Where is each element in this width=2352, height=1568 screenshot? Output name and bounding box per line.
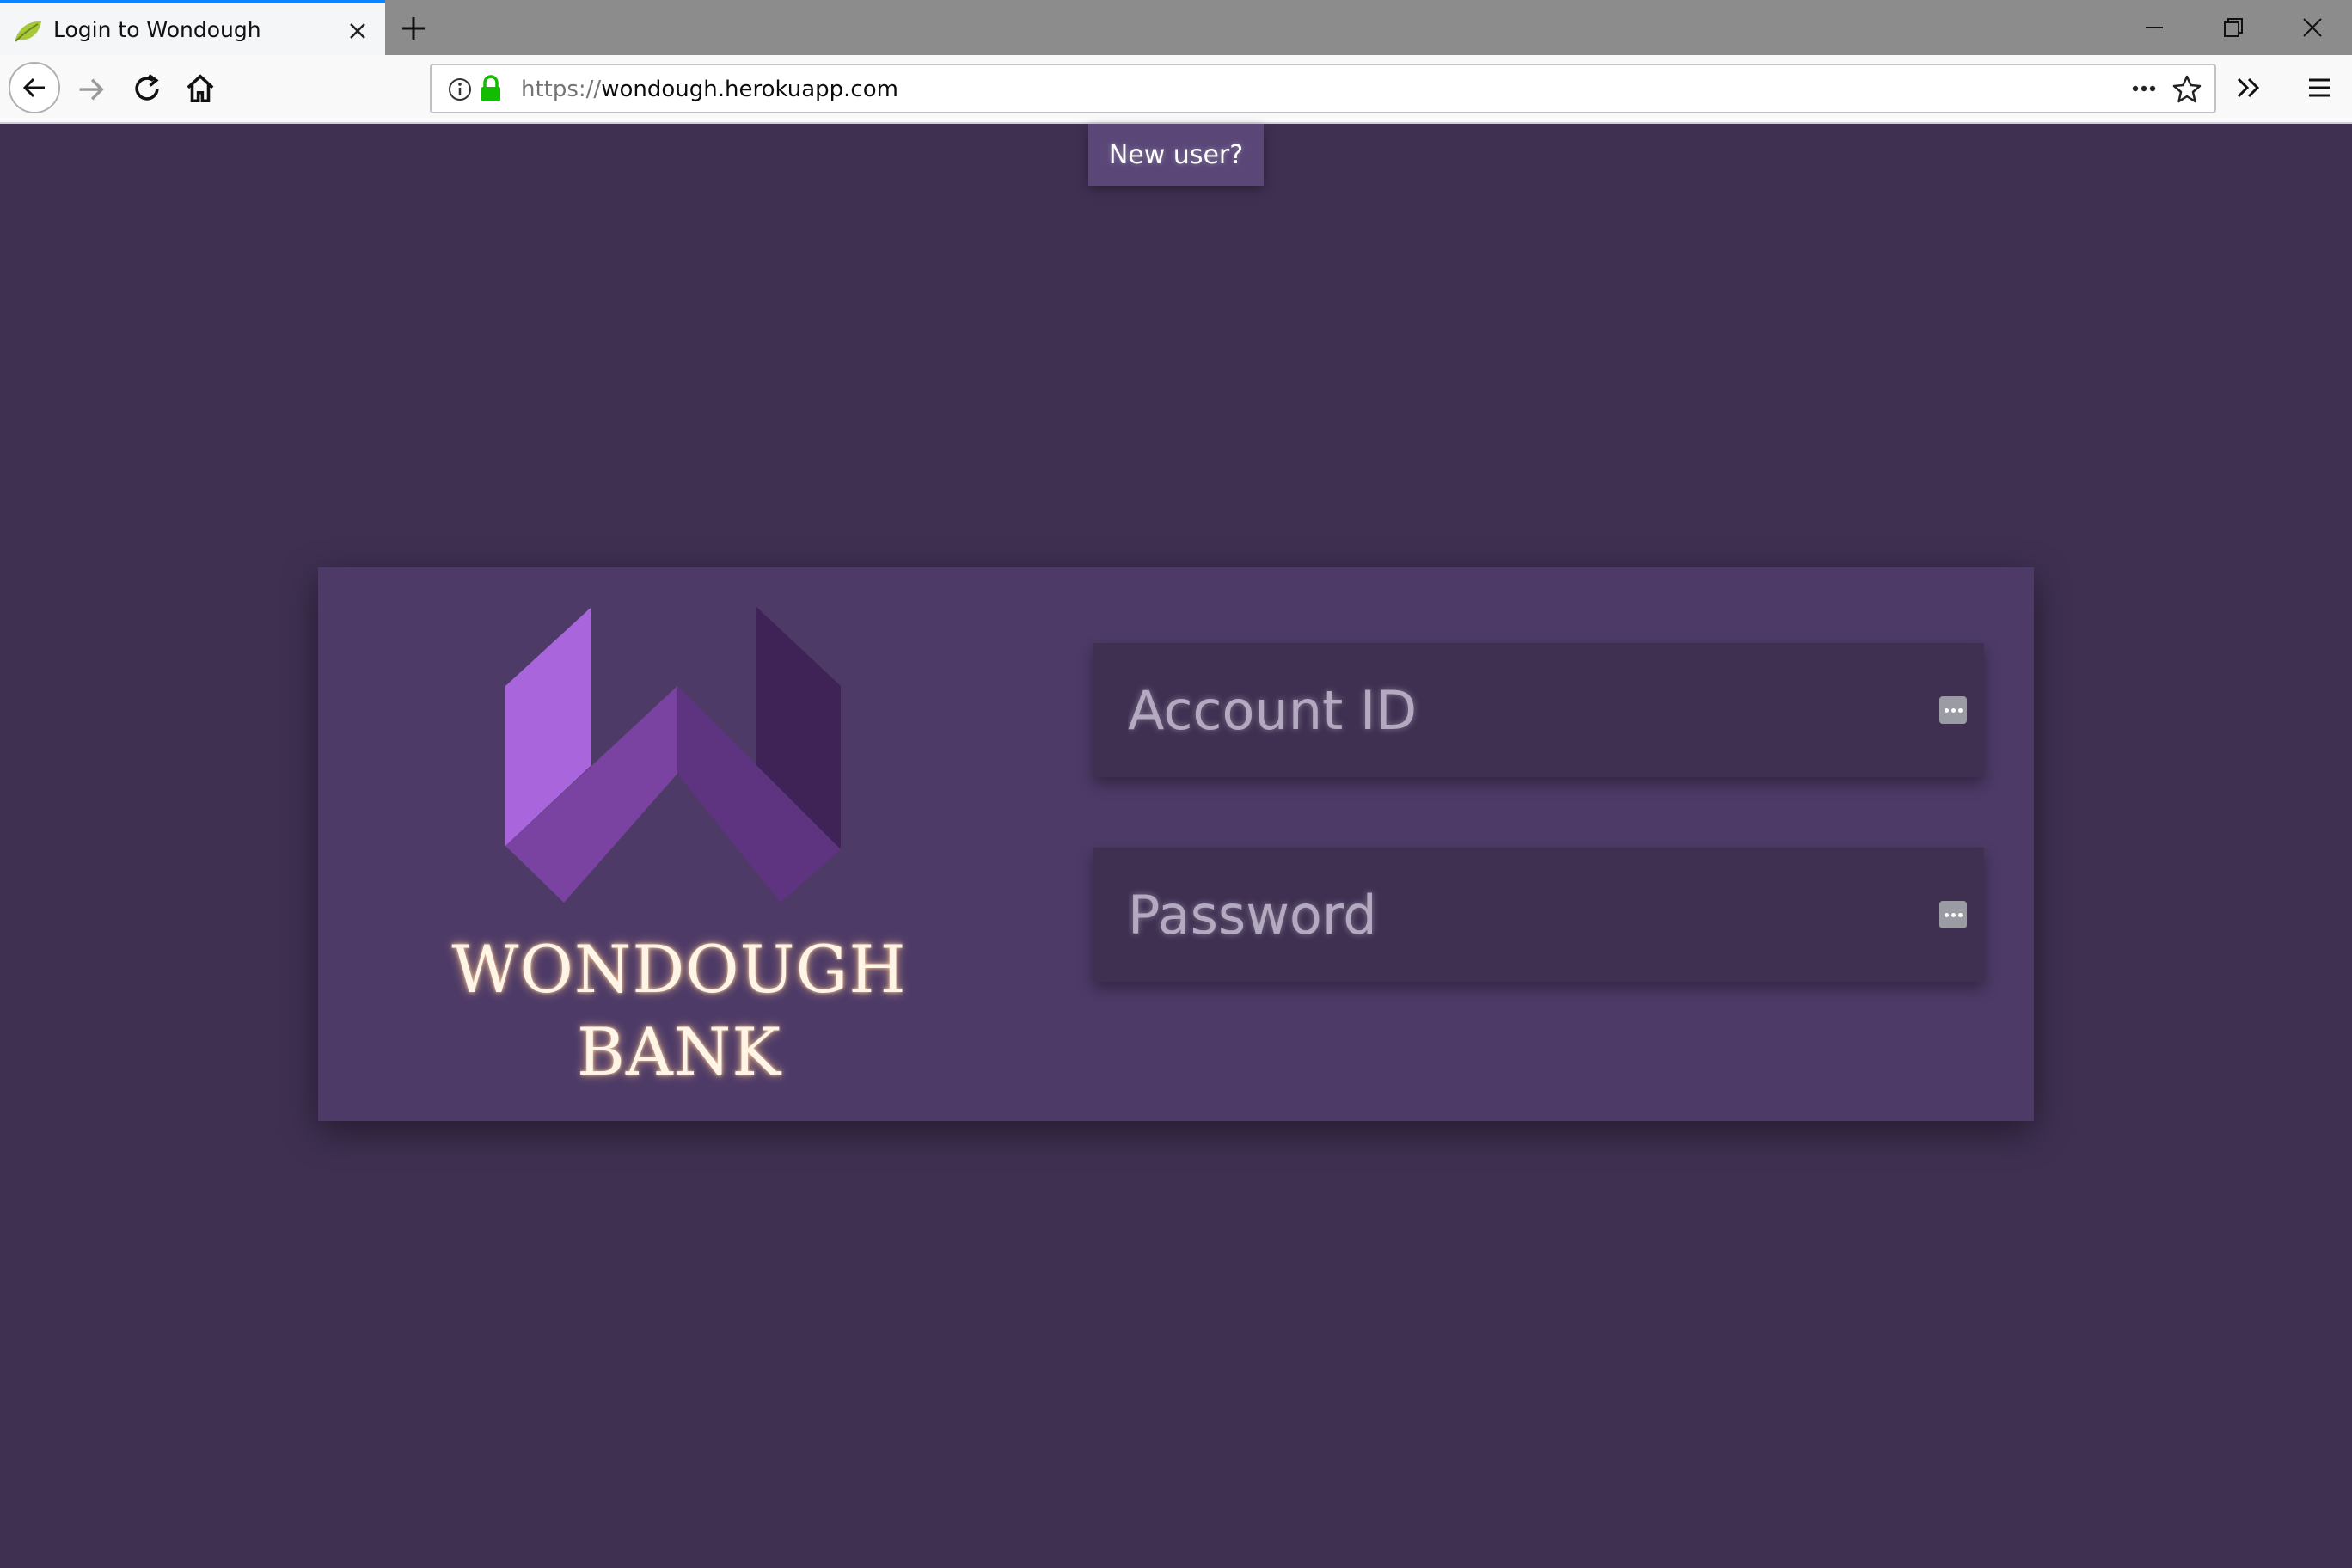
tab-strip: Login to Wondough xyxy=(0,0,2352,55)
minimize-icon[interactable] xyxy=(2137,10,2171,45)
plus-icon[interactable] xyxy=(397,12,430,45)
reload-icon[interactable] xyxy=(131,72,163,105)
nav-toolbar: https://wondough.herokuapp.com xyxy=(0,55,2352,124)
tab-title: Login to Wondough xyxy=(53,17,261,42)
close-window-icon[interactable] xyxy=(2295,10,2330,45)
password-manager-icon[interactable] xyxy=(1939,901,1967,928)
close-icon[interactable] xyxy=(344,17,371,45)
account-id-input[interactable] xyxy=(1093,643,1984,777)
url-bar[interactable]: https://wondough.herokuapp.com xyxy=(430,64,2216,113)
password-manager-icon[interactable] xyxy=(1939,696,1967,724)
restore-icon[interactable] xyxy=(2216,10,2251,45)
star-icon[interactable] xyxy=(2171,74,2202,105)
url-text: https://wondough.herokuapp.com xyxy=(521,77,898,102)
hamburger-icon[interactable] xyxy=(2304,72,2335,103)
info-icon[interactable] xyxy=(447,77,473,102)
back-arrow-icon xyxy=(22,77,45,98)
password-field-container xyxy=(1093,848,1984,982)
new-user-link[interactable]: New user? xyxy=(1088,124,1264,186)
account-id-field-container xyxy=(1093,643,1984,777)
back-button[interactable] xyxy=(9,62,60,113)
lock-icon[interactable] xyxy=(478,74,504,103)
url-host: wondough.herokuapp.com xyxy=(601,77,898,102)
forward-arrow-icon[interactable] xyxy=(76,74,107,105)
page-content: New user? WONDOUGH BANK xyxy=(0,124,2352,1568)
double-chevron-icon[interactable] xyxy=(2233,72,2264,103)
tab-active[interactable]: Login to Wondough xyxy=(0,0,385,55)
password-input[interactable] xyxy=(1093,848,1984,982)
more-icon[interactable] xyxy=(2128,76,2159,101)
login-card: WONDOUGH BANK xyxy=(318,567,2034,1121)
brand-line-1: WONDOUGH xyxy=(451,931,907,1008)
bank-logo xyxy=(505,607,841,903)
brand-name: WONDOUGH BANK xyxy=(370,928,989,1093)
home-icon[interactable] xyxy=(184,72,217,105)
url-protocol: https:// xyxy=(521,77,602,102)
brand-line-2: BANK xyxy=(576,1014,781,1090)
leaf-icon xyxy=(15,21,41,42)
